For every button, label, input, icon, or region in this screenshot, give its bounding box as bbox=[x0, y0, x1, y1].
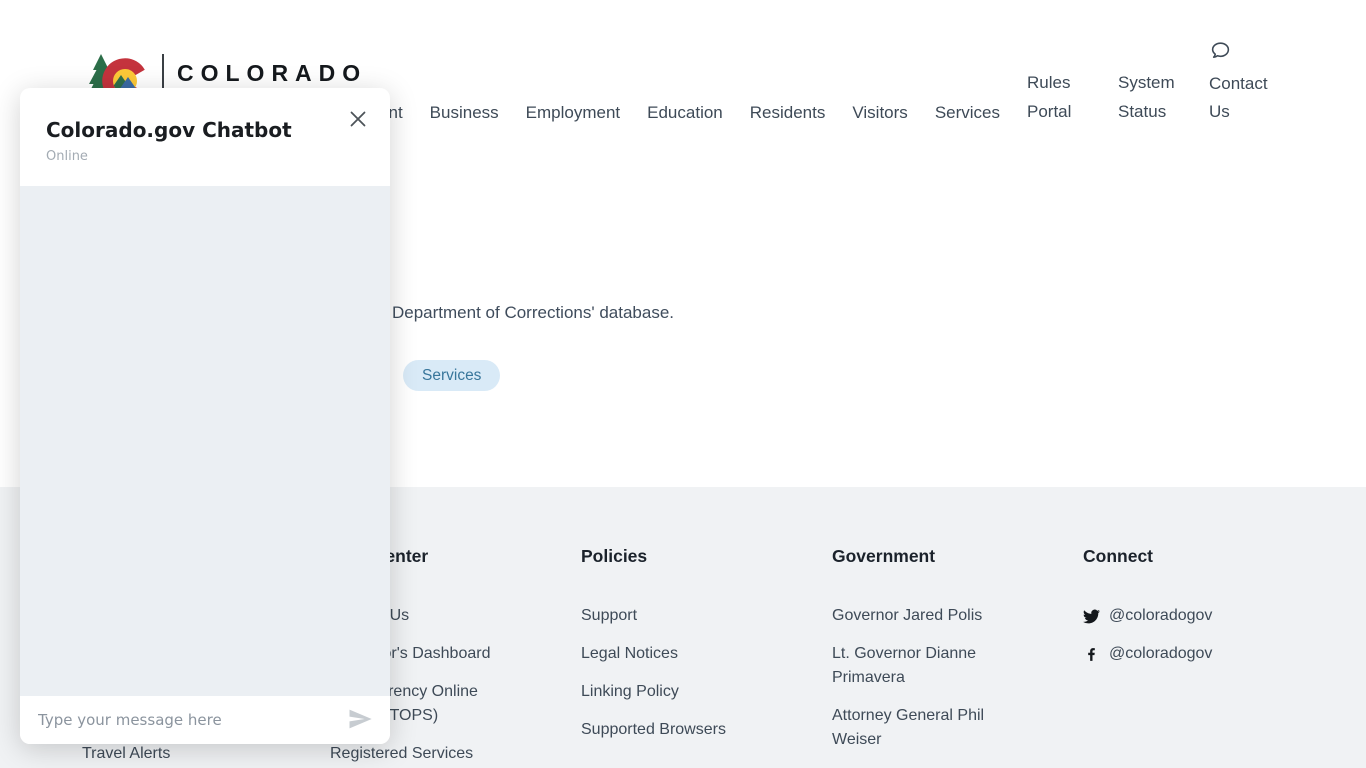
nav-item-contact-us[interactable]: Contact Us bbox=[1209, 40, 1279, 126]
service-description: Department of Corrections' database. bbox=[392, 303, 674, 323]
nav-item-services[interactable]: Services bbox=[935, 104, 1000, 121]
nav-item-system-status[interactable]: System Status bbox=[1118, 68, 1182, 126]
primary-nav: Government Business Employment Education… bbox=[309, 44, 1279, 126]
footer-col-policies: Policies Support Legal Notices Linking P… bbox=[581, 547, 759, 756]
footer-link-supported-browsers[interactable]: Supported Browsers bbox=[581, 718, 759, 742]
footer-twitter-handle: @coloradogov bbox=[1109, 604, 1212, 628]
chat-bubble-icon bbox=[1210, 40, 1231, 61]
nav-item-business[interactable]: Business bbox=[430, 104, 499, 121]
footer-link-twitter[interactable]: @coloradogov bbox=[1083, 604, 1261, 628]
services-tag[interactable]: Services bbox=[403, 360, 500, 391]
chatbot-header: Colorado.gov Chatbot Online bbox=[20, 88, 390, 186]
footer-link-attorney-general[interactable]: Attorney General Phil Weiser bbox=[832, 704, 1010, 752]
chatbot-message-area[interactable] bbox=[20, 186, 390, 696]
nav-item-rules-portal[interactable]: Rules Portal bbox=[1027, 68, 1091, 126]
footer-link-linking-policy[interactable]: Linking Policy bbox=[581, 680, 759, 704]
footer-link-support[interactable]: Support bbox=[581, 604, 759, 628]
nav-item-visitors[interactable]: Visitors bbox=[852, 104, 907, 121]
nav-item-residents[interactable]: Residents bbox=[750, 104, 826, 121]
footer-heading-connect: Connect bbox=[1083, 547, 1261, 565]
footer-col-connect: Connect @coloradogov @coloradogov bbox=[1083, 547, 1261, 680]
footer-link-legal-notices[interactable]: Legal Notices bbox=[581, 642, 759, 666]
facebook-icon bbox=[1083, 646, 1100, 663]
twitter-icon bbox=[1083, 608, 1100, 625]
footer-col-government: Government Governor Jared Polis Lt. Gove… bbox=[832, 547, 1010, 766]
footer-link-registered-services[interactable]: Registered Services bbox=[330, 742, 508, 766]
nav-contact-label: Contact Us bbox=[1209, 70, 1279, 126]
footer-heading-policies: Policies bbox=[581, 547, 759, 565]
page: COLORADO Government Business Employment … bbox=[0, 0, 1366, 768]
nav-item-employment[interactable]: Employment bbox=[526, 104, 620, 121]
footer-link-lt-governor[interactable]: Lt. Governor Dianne Primavera bbox=[832, 642, 1010, 690]
chat-message-input[interactable] bbox=[38, 711, 342, 729]
chatbot-panel: Colorado.gov Chatbot Online bbox=[20, 88, 390, 744]
footer-heading-government: Government bbox=[832, 547, 1010, 565]
nav-item-education[interactable]: Education bbox=[647, 104, 723, 121]
footer-link-facebook[interactable]: @coloradogov bbox=[1083, 642, 1261, 666]
chatbot-status: Online bbox=[46, 149, 364, 164]
close-icon[interactable] bbox=[345, 107, 371, 133]
chatbot-title: Colorado.gov Chatbot bbox=[46, 118, 364, 142]
send-icon[interactable] bbox=[342, 705, 378, 736]
chatbot-input-bar bbox=[20, 696, 390, 744]
footer-link-travel-alerts[interactable]: Travel Alerts bbox=[82, 742, 170, 766]
footer-facebook-handle: @coloradogov bbox=[1109, 642, 1212, 666]
footer-link-governor[interactable]: Governor Jared Polis bbox=[832, 604, 1010, 628]
